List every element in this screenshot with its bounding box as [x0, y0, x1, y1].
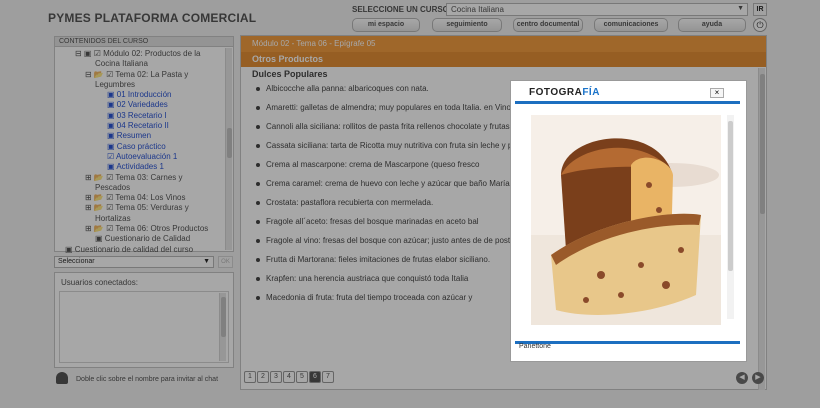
close-icon[interactable]: × — [710, 88, 724, 98]
panettone-photo — [531, 115, 721, 325]
modal-scrollbar[interactable] — [727, 115, 734, 319]
photo-modal: FOTOGRAFÍA × Panettone — [510, 80, 747, 362]
photo-frame — [515, 101, 740, 344]
modal-title: FOTOGRAFÍA — [529, 87, 600, 98]
photo-caption: Panettone — [519, 343, 551, 350]
